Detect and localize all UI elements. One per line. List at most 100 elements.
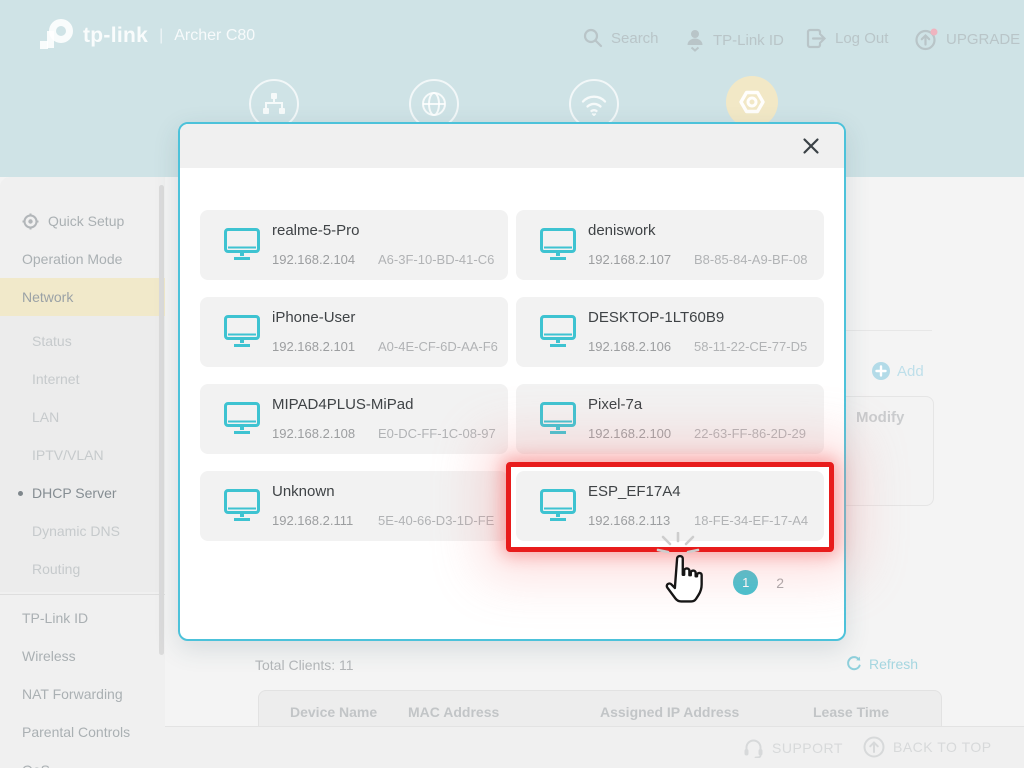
support-button[interactable]: SUPPORT xyxy=(743,738,843,758)
device-card[interactable]: Unknown 192.168.2.111 5E-40-66-D3-1D-FE xyxy=(200,471,508,541)
network-icon xyxy=(261,92,287,116)
device-name: iPhone-User xyxy=(272,309,355,326)
tab-advanced-settings[interactable] xyxy=(726,76,778,128)
sidebar-item-qos[interactable]: QoS xyxy=(0,751,165,768)
sidebar-item-parental-controls[interactable]: Parental Controls xyxy=(0,713,165,751)
tplink-logo-icon xyxy=(38,16,76,56)
device-mac: A0-4E-CF-6D-AA-F6 xyxy=(378,339,498,354)
sidebar: Quick Setup Operation Mode Network Statu… xyxy=(0,177,165,768)
device-card[interactable]: DESKTOP-1LT60B9 192.168.2.106 58-11-22-C… xyxy=(516,297,824,367)
back-to-top-label: BACK TO TOP xyxy=(893,739,992,755)
device-card[interactable]: MIPAD4PLUS-MiPad 192.168.2.108 E0-DC-FF-… xyxy=(200,384,508,454)
sidebar-item-label: Status xyxy=(32,333,72,349)
headset-icon xyxy=(743,738,764,758)
person-icon xyxy=(685,28,705,52)
device-ip: 192.168.2.101 xyxy=(272,339,355,354)
sidebar-item-internet[interactable]: Internet xyxy=(0,360,165,398)
sidebar-scrollbar[interactable] xyxy=(159,185,164,655)
device-card[interactable]: Pixel-7a 192.168.2.100 22-63-FF-86-2D-29 xyxy=(516,384,824,454)
sidebar-item-wireless[interactable]: Wireless xyxy=(0,637,165,675)
sidebar-item-label: TP-Link ID xyxy=(22,610,88,626)
sidebar-item-label: LAN xyxy=(32,409,59,425)
device-mac: E0-DC-FF-1C-08-97 xyxy=(378,426,496,441)
column-assigned-ip: Assigned IP Address xyxy=(600,704,739,720)
device-card[interactable]: realme-5-Pro 192.168.2.104 A6-3F-10-BD-4… xyxy=(200,210,508,280)
device-ip: 192.168.2.108 xyxy=(272,426,355,441)
device-card[interactable]: iPhone-User 192.168.2.101 A0-4E-CF-6D-AA… xyxy=(200,297,508,367)
device-mac: 22-63-FF-86-2D-29 xyxy=(694,426,806,441)
wifi-icon xyxy=(580,92,608,116)
brand-name: tp-link xyxy=(83,24,148,48)
sidebar-item-lan[interactable]: LAN xyxy=(0,398,165,436)
active-bullet-icon xyxy=(18,491,23,496)
logout-label: Log Out xyxy=(835,30,888,47)
sidebar-item-status[interactable]: Status xyxy=(0,322,165,360)
device-name: Unknown xyxy=(272,483,335,500)
refresh-label: Refresh xyxy=(869,656,918,672)
router-model: Archer C80 xyxy=(174,27,255,45)
sidebar-item-label: Operation Mode xyxy=(22,251,122,267)
sidebar-item-label: Routing xyxy=(32,561,80,577)
sidebar-item-tplink-id[interactable]: TP-Link ID xyxy=(0,599,165,637)
sidebar-item-routing[interactable]: Routing xyxy=(0,550,165,588)
page-button-1[interactable]: 1 xyxy=(733,570,758,595)
screen: tp-link | Archer C80 Search TP-Link ID xyxy=(0,0,1024,768)
upgrade-icon xyxy=(915,28,938,51)
close-icon xyxy=(802,137,820,155)
sidebar-item-quick-setup[interactable]: Quick Setup xyxy=(0,202,165,240)
column-lease-time: Lease Time xyxy=(813,704,889,720)
sidebar-item-label: NAT Forwarding xyxy=(22,686,123,702)
upgrade-button[interactable]: UPGRADE xyxy=(915,28,1020,51)
dialog-header xyxy=(180,124,844,168)
total-clients-text: Total Clients: 11 xyxy=(255,657,354,673)
page-button-2[interactable]: 2 xyxy=(776,575,784,591)
tplink-logo: tp-link | Archer C80 xyxy=(38,16,255,56)
column-device-name: Device Name xyxy=(290,704,377,720)
sidebar-item-label: Dynamic DNS xyxy=(32,523,120,539)
close-button[interactable] xyxy=(800,135,822,157)
device-name: Pixel-7a xyxy=(588,396,642,413)
device-ip: 192.168.2.107 xyxy=(588,252,671,267)
sidebar-item-nat-forwarding[interactable]: NAT Forwarding xyxy=(0,675,165,713)
sidebar-item-dhcp-server[interactable]: DHCP Server xyxy=(0,474,165,512)
search-button[interactable]: Search xyxy=(583,28,659,48)
back-to-top-button[interactable]: BACK TO TOP xyxy=(863,736,992,758)
tplink-id-button[interactable]: TP-Link ID xyxy=(685,28,784,52)
globe-icon xyxy=(421,91,447,117)
device-ip: 192.168.2.111 xyxy=(272,513,353,528)
upgrade-label: UPGRADE xyxy=(946,31,1020,48)
device-name: realme-5-Pro xyxy=(272,222,360,239)
search-label: Search xyxy=(611,30,659,47)
monitor-icon xyxy=(224,489,260,522)
refresh-icon xyxy=(846,656,862,672)
logout-icon xyxy=(806,28,827,49)
device-mac: B8-85-84-A9-BF-08 xyxy=(694,252,807,267)
device-mac: 58-11-22-CE-77-D5 xyxy=(694,339,807,354)
modify-column-header: Modify xyxy=(856,409,904,426)
sidebar-item-label: IPTV/VLAN xyxy=(32,447,104,463)
device-mac: 5E-40-66-D3-1D-FE xyxy=(378,513,494,528)
sidebar-item-label: Network xyxy=(22,289,73,305)
sidebar-item-dynamic-dns[interactable]: Dynamic DNS xyxy=(0,512,165,550)
monitor-icon xyxy=(224,402,260,435)
monitor-icon xyxy=(540,228,576,261)
add-button[interactable]: Add xyxy=(872,362,924,380)
refresh-button[interactable]: Refresh xyxy=(846,656,918,672)
plus-circle-icon xyxy=(872,362,890,380)
device-name: MIPAD4PLUS-MiPad xyxy=(272,396,413,413)
highlighted-device-cell: ESP_EF17A4 192.168.2.113 18-FE-34-EF-17-… xyxy=(516,471,824,541)
sidebar-item-operation-mode[interactable]: Operation Mode xyxy=(0,240,165,278)
device-ip: 192.168.2.104 xyxy=(272,252,355,267)
sidebar-item-iptv-vlan[interactable]: IPTV/VLAN xyxy=(0,436,165,474)
sidebar-item-label: Parental Controls xyxy=(22,724,130,740)
device-card[interactable]: deniswork 192.168.2.107 B8-85-84-A9-BF-0… xyxy=(516,210,824,280)
monitor-icon xyxy=(540,315,576,348)
device-name: DESKTOP-1LT60B9 xyxy=(588,309,724,326)
monitor-icon xyxy=(224,315,260,348)
logout-button[interactable]: Log Out xyxy=(806,28,888,49)
sidebar-divider xyxy=(0,594,165,595)
device-mac: A6-3F-10-BD-41-C6 xyxy=(378,252,494,267)
gear-icon xyxy=(738,88,766,116)
sidebar-item-label: Internet xyxy=(32,371,79,387)
sidebar-item-network[interactable]: Network xyxy=(0,278,165,316)
